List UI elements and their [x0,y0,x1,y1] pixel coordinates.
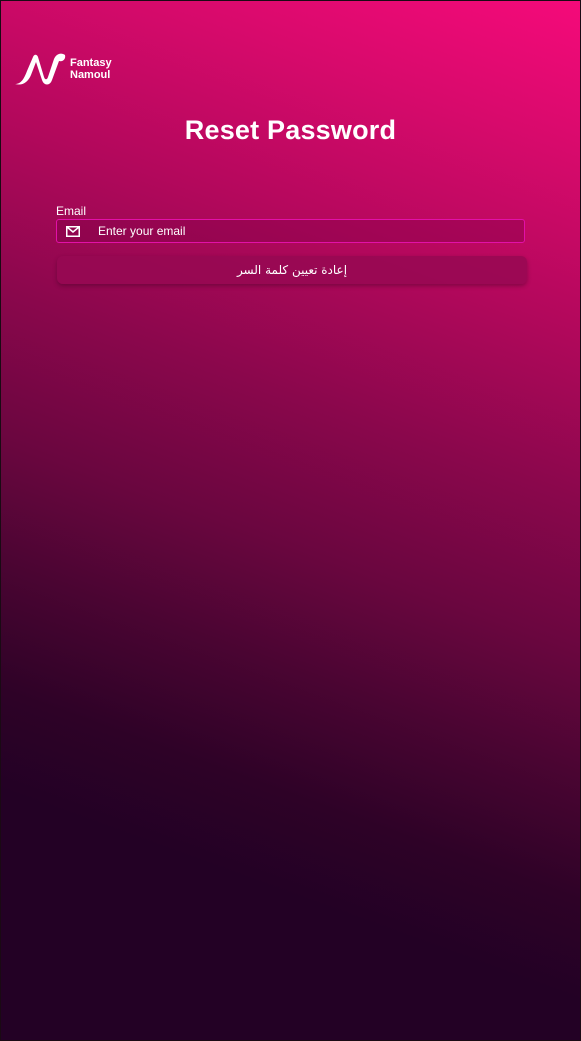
brand-name: Fantasy Namoul [70,57,112,81]
reset-password-screen: Fantasy Namoul Reset Password Email إعاد… [0,0,581,1041]
mail-icon [66,225,80,237]
email-input[interactable] [98,224,498,238]
reset-password-button[interactable]: إعادة تعيين كلمة السر [57,256,527,284]
page-title: Reset Password [184,115,397,145]
brand-logo: Fantasy Namoul [13,51,112,87]
email-label: Email [56,204,87,218]
brand-name-line1: Fantasy [70,57,112,69]
brand-n-logo-icon [15,53,66,85]
brand-name-line2: Namoul [70,69,111,81]
email-field-container[interactable] [56,219,525,243]
